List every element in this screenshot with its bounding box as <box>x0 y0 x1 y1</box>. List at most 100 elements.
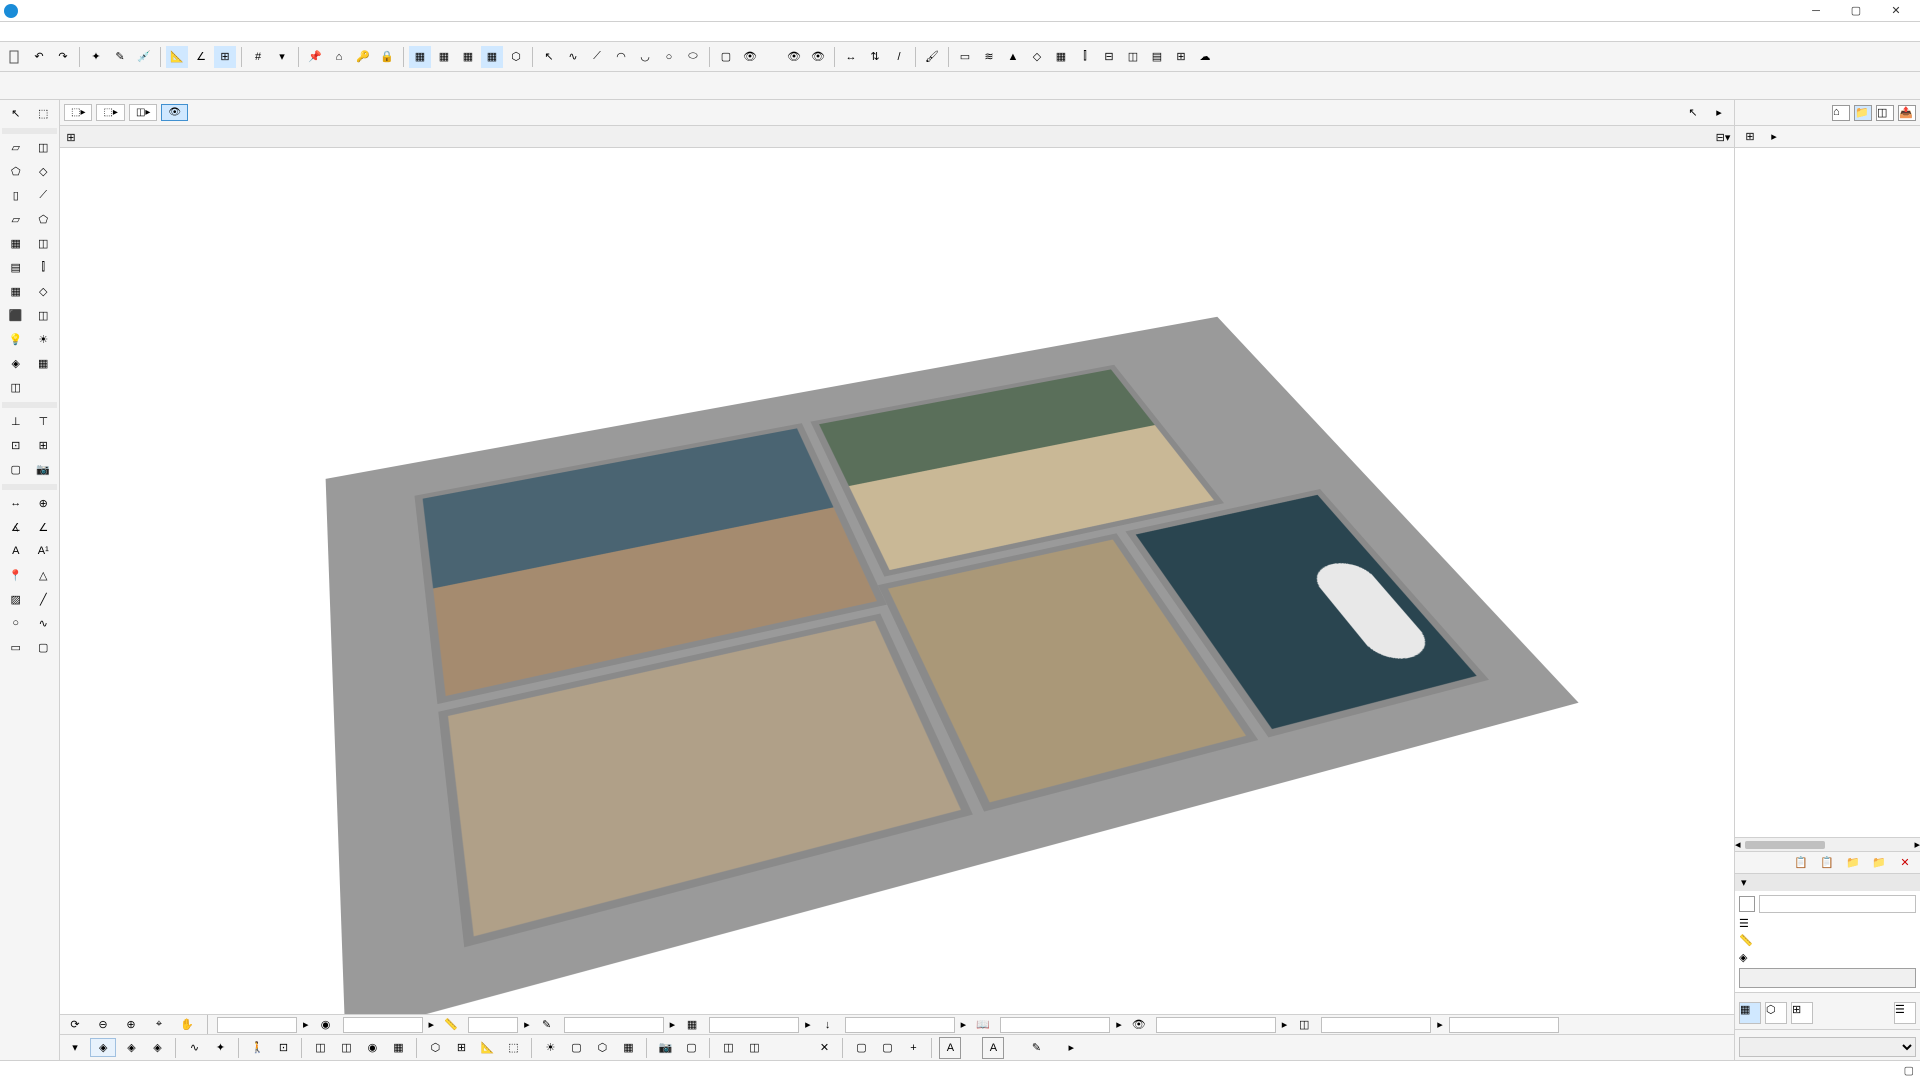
rad-icon[interactable]: ∡ <box>4 516 28 538</box>
combo3-field[interactable] <box>845 1017 955 1033</box>
slab-icon[interactable]: ▱ <box>4 208 28 230</box>
s4-icon[interactable]: ✦ <box>209 1037 231 1059</box>
draw-icon[interactable]: ▭ <box>4 636 28 658</box>
object-icon[interactable]: ⬛ <box>4 304 28 326</box>
s15-icon[interactable]: ▦ <box>617 1037 639 1059</box>
shell-icon[interactable]: ◫ <box>31 232 55 254</box>
elev-icon[interactable]: ⊤ <box>31 410 55 432</box>
b5-icon[interactable]: ▦ <box>1050 46 1072 68</box>
nav-mode-layout-icon[interactable]: ◫ <box>1876 105 1894 121</box>
s13-icon[interactable]: ⬚ <box>502 1037 524 1059</box>
arrow-icon[interactable]: ↖ <box>4 102 28 124</box>
nav-act4-icon[interactable]: 📁 <box>1868 852 1890 874</box>
chevron-right-icon[interactable]: ▸ <box>1708 102 1730 124</box>
curve-icon[interactable]: ∿ <box>562 46 584 68</box>
view-icon[interactable]: 👁 <box>1128 1014 1150 1036</box>
nd-field2[interactable] <box>343 1017 423 1033</box>
s2-icon[interactable]: ◈ <box>146 1037 168 1059</box>
layer4-icon[interactable]: ▦ <box>481 46 503 68</box>
circle-icon[interactable]: ○ <box>658 46 680 68</box>
door-icon[interactable]: ◫ <box>31 136 55 158</box>
def4-icon[interactable]: ☰ <box>1894 1002 1916 1024</box>
grid-icon[interactable]: # <box>247 46 269 68</box>
3d-viewport[interactable] <box>60 148 1734 1014</box>
refresh-icon[interactable]: ⟳ <box>64 1014 86 1036</box>
tabs-menu-icon[interactable]: ⊞ <box>60 126 82 148</box>
arc2-icon[interactable]: ◠ <box>610 46 632 68</box>
home-icon[interactable]: ⌂ <box>328 46 350 68</box>
navigator-hscroll[interactable]: ◂▸ <box>1735 837 1920 851</box>
scale-icon[interactable]: 📏 <box>440 1014 462 1036</box>
redo-icon[interactable]: ↷ <box>52 46 74 68</box>
s16-icon[interactable]: ▢ <box>680 1037 702 1059</box>
measure-icon[interactable]: 📐 <box>166 46 188 68</box>
combo6-field[interactable] <box>1321 1017 1431 1033</box>
fill-icon[interactable]: ▨ <box>4 588 28 610</box>
view-name-input[interactable] <box>1759 895 1916 913</box>
pointer-icon[interactable]: ✦ <box>85 46 107 68</box>
menu-document[interactable] <box>76 30 92 34</box>
beam-icon[interactable]: ⟋ <box>31 184 55 206</box>
s14-icon[interactable]: ⬡ <box>591 1037 613 1059</box>
menu-edit[interactable] <box>22 30 38 34</box>
arrow-tool-icon[interactable]: ↖ <box>538 46 560 68</box>
dim2-icon[interactable]: ⇅ <box>864 46 886 68</box>
walk-icon[interactable]: 🚶 <box>246 1037 268 1059</box>
lock-icon[interactable]: 🔒 <box>376 46 398 68</box>
cube-icon[interactable]: ◈ <box>4 352 28 374</box>
nav-act2-icon[interactable]: 📋 <box>1816 852 1838 874</box>
menu-view[interactable] <box>40 30 56 34</box>
eye-icon[interactable]: 👁 <box>739 46 761 68</box>
window-icon[interactable]: ◇ <box>31 160 55 182</box>
menu-teamwork[interactable] <box>112 30 128 34</box>
properties-header[interactable]: ▾ <box>1735 874 1920 891</box>
nav-mode-view-icon[interactable]: 📁 <box>1854 105 1872 121</box>
arc3-icon[interactable]: ◡ <box>634 46 656 68</box>
render-icon[interactable]: ▢ <box>565 1037 587 1059</box>
fit-icon[interactable]: ⌖ <box>148 1014 170 1036</box>
def3-icon[interactable]: ⊞ <box>1791 1002 1813 1024</box>
b3-icon[interactable]: ▲ <box>1002 46 1024 68</box>
menu-file[interactable] <box>4 30 20 34</box>
rail-icon[interactable]: ⫿ <box>31 256 55 278</box>
def1-icon[interactable]: ▦ <box>1739 1002 1761 1024</box>
angle-icon[interactable]: ∠ <box>190 46 212 68</box>
b4-icon[interactable]: ◇ <box>1026 46 1048 68</box>
s6-icon[interactable]: ◫ <box>309 1037 331 1059</box>
work-icon[interactable]: ▢ <box>4 458 28 480</box>
pen2-icon[interactable]: ↓ <box>817 1014 839 1036</box>
sel-mode4[interactable]: 👁 <box>161 104 188 121</box>
menu-help[interactable] <box>148 30 164 34</box>
zoom-in-icon[interactable]: ⊕ <box>120 1014 142 1036</box>
maximize-button[interactable]: ▢ <box>1836 0 1876 22</box>
nav-b-icon[interactable]: ▸ <box>1763 126 1785 148</box>
label-icon[interactable]: A¹ <box>31 540 55 562</box>
fig-icon[interactable]: ▢ <box>31 636 55 658</box>
eye2-icon[interactable]: 👁 <box>783 46 805 68</box>
b9-icon[interactable]: ▤ <box>1146 46 1168 68</box>
s21-icon[interactable]: + <box>902 1037 924 1059</box>
nav-a-icon[interactable]: ⊞ <box>1739 126 1761 148</box>
dropper-icon[interactable]: 💉 <box>133 46 155 68</box>
settings-button[interactable] <box>1739 968 1916 988</box>
s3-icon[interactable]: ∿ <box>183 1037 205 1059</box>
pen3-icon[interactable]: ✎ <box>1025 1037 1047 1059</box>
penset-field[interactable] <box>564 1017 664 1033</box>
pen-icon[interactable]: ✎ <box>536 1014 558 1036</box>
level-icon[interactable]: ⊕ <box>31 492 55 514</box>
scale-field[interactable] <box>468 1017 518 1033</box>
marquee-icon[interactable]: ⬚ <box>31 102 55 124</box>
nav-act3-icon[interactable]: 📁 <box>1842 852 1864 874</box>
cursor-mode-icon[interactable]: ↖ <box>1682 102 1704 124</box>
roof-icon[interactable]: ⬠ <box>31 208 55 230</box>
dim-icon[interactable]: ↔ <box>840 46 862 68</box>
slash-icon[interactable]: / <box>888 46 910 68</box>
spline-icon[interactable]: ∿ <box>31 612 55 634</box>
nav-mode-pub-icon[interactable]: 📤 <box>1898 105 1916 121</box>
b10-icon[interactable]: ⊞ <box>1170 46 1192 68</box>
key-icon[interactable]: 🔑 <box>352 46 374 68</box>
orbit-icon[interactable]: ◉ <box>315 1014 337 1036</box>
grid2-icon[interactable]: ▦ <box>31 352 55 374</box>
cam2-icon[interactable]: 📷 <box>654 1037 676 1059</box>
s12-icon[interactable]: 📐 <box>476 1037 498 1059</box>
